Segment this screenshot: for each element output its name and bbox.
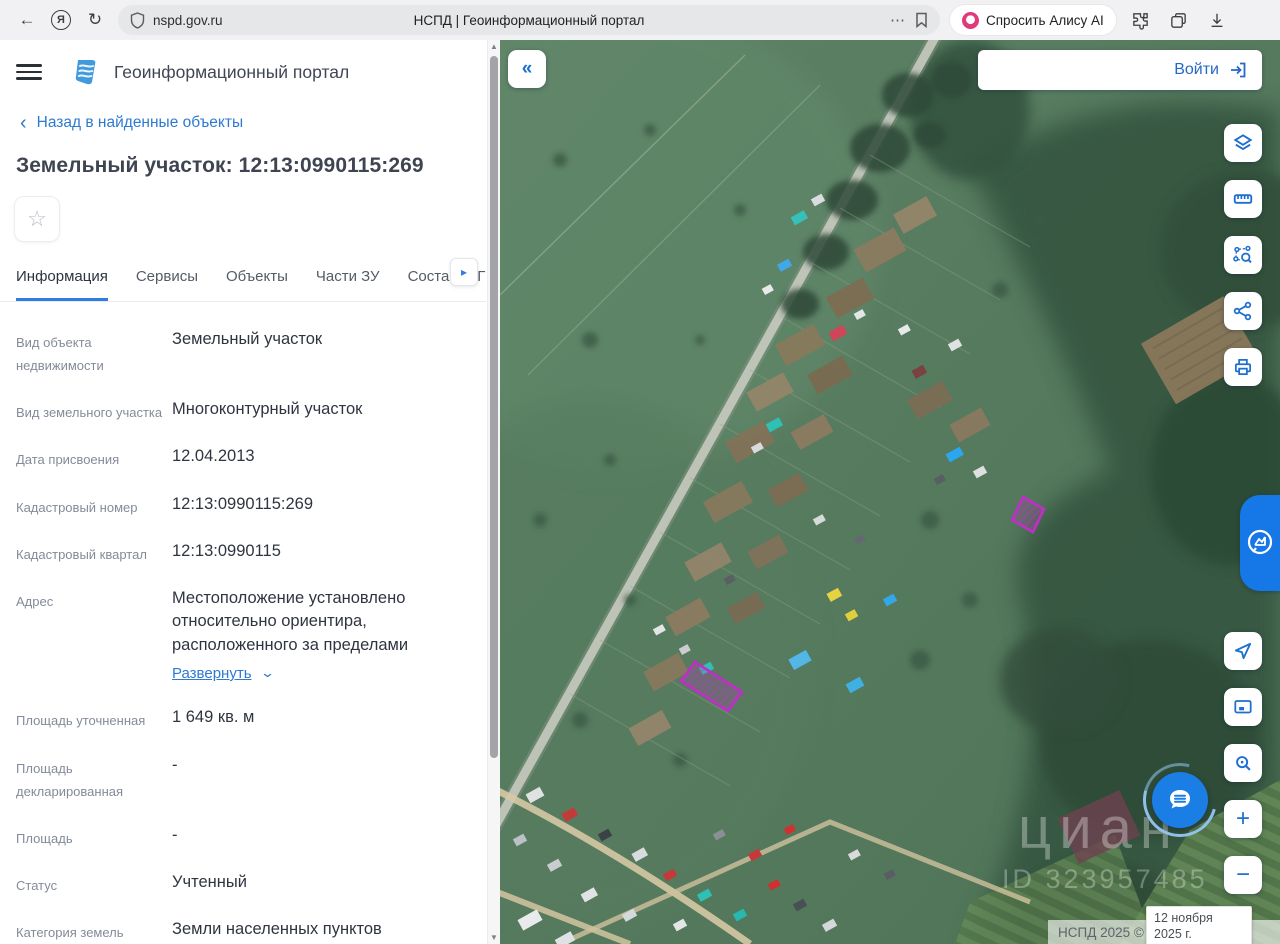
tab-objects[interactable]: Объекты: [226, 268, 288, 301]
magnifier-icon: [1236, 756, 1251, 771]
browser-reload-button[interactable]: ↻: [78, 5, 112, 35]
minimap-icon: [1234, 700, 1252, 714]
print-button[interactable]: [1224, 348, 1262, 386]
alice-icon: [962, 11, 979, 29]
extensions-puzzle-icon[interactable]: [1124, 5, 1158, 35]
scrollbar-thumb[interactable]: [490, 56, 498, 758]
scroll-down-arrow-icon[interactable]: ▼: [488, 933, 500, 942]
cian-watermark-id: ID 323957485: [1002, 864, 1208, 894]
bookmark-icon[interactable]: [915, 12, 928, 28]
printer-icon: [1234, 358, 1252, 376]
layers-button[interactable]: [1224, 124, 1262, 162]
date-tooltip-date: 12 ноября 2025 г.: [1154, 911, 1213, 942]
chevron-down-icon: ⌄: [259, 665, 275, 681]
parcel-title: Земельный участок: 12:13:0990115:269: [16, 154, 424, 177]
expand-address-link[interactable]: Развернуть ⌄: [172, 663, 275, 684]
field-row: Дата присвоения 12.04.2013: [16, 447, 255, 468]
chat-bubble-icon: [1170, 790, 1190, 809]
login-icon: [1231, 62, 1246, 78]
feedback-side-tab[interactable]: [1240, 495, 1280, 591]
map-canvas[interactable]: циан ID 323957485 « Войти + − НСПД 2025 …: [500, 40, 1280, 944]
field-row: Статус Учтенный: [16, 872, 247, 893]
map-bubble-icon: [1247, 529, 1273, 555]
field-row: Площадь уточненная 1 649 кв. м: [16, 708, 255, 729]
navigation-arrow-icon: [1234, 642, 1252, 660]
field-row: Кадастровый квартал 12:13:0990115: [16, 541, 281, 562]
ask-alice-button[interactable]: Спросить Алису AI: [950, 5, 1116, 35]
chevron-right-icon: ▸: [460, 265, 468, 279]
zoom-in-button[interactable]: +: [1224, 800, 1262, 838]
share-icon: [1233, 301, 1252, 321]
portal-title: Геоинформационный портал: [114, 61, 350, 82]
chat-fab-button[interactable]: [1152, 772, 1208, 828]
chevron-left-icon: ‹: [20, 112, 27, 134]
page-title-text: НСПД | Геоинформационный портал: [413, 12, 645, 28]
search-on-map-button[interactable]: [1224, 744, 1262, 782]
address-bar[interactable]: nspd.gov.ru НСПД | Геоинформационный пор…: [118, 5, 940, 35]
field-row: Кадастровый номер 12:13:0990115:269: [16, 494, 313, 515]
field-row: Площадь -: [16, 825, 178, 846]
tabs-panel-icon[interactable]: [1162, 5, 1196, 35]
collapse-panel-button[interactable]: «: [508, 50, 546, 88]
plus-icon: +: [1235, 805, 1250, 832]
tabs-scroll-next-button[interactable]: ▸: [450, 258, 478, 286]
tab-services[interactable]: Сервисы: [136, 268, 198, 301]
star-icon: ☆: [27, 206, 47, 231]
site-more-button[interactable]: ⋯: [890, 11, 905, 29]
menu-hamburger-icon[interactable]: [16, 62, 42, 82]
zoom-out-button[interactable]: −: [1224, 856, 1262, 894]
field-row: Вид объекта недвижимости Земельный участо…: [16, 330, 323, 374]
area-search-icon: [1233, 245, 1252, 264]
sidebar-scrollbar[interactable]: ▲ ▼: [487, 40, 500, 944]
tab-composition[interactable]: Соста: [408, 268, 450, 301]
layers-icon: [1233, 134, 1253, 151]
back-link-label: Назад в найденные объекты: [36, 114, 244, 131]
url-text: nspd.gov.ru: [153, 12, 223, 28]
downloads-icon[interactable]: [1200, 5, 1234, 35]
double-chevron-left-icon: «: [521, 58, 533, 79]
shield-icon: [130, 11, 145, 29]
area-search-button[interactable]: [1224, 236, 1262, 274]
attributes-list: Вид объекта недвижимости Земельный участо…: [0, 302, 486, 944]
alice-label: Спросить Алису AI: [986, 12, 1104, 28]
object-info-panel: Геоинформационный портал ‹ Назад в найде…: [0, 40, 500, 944]
ruler-icon: [1233, 194, 1253, 204]
minus-icon: −: [1235, 861, 1250, 888]
portal-logo-icon: [75, 60, 96, 85]
tab-bar: Информация Сервисы Объекты Части ЗУ Сост…: [0, 242, 486, 302]
login-button[interactable]: Войти: [978, 50, 1262, 90]
tab-information[interactable]: Информация: [16, 268, 108, 301]
locate-me-button[interactable]: [1224, 632, 1262, 670]
date-tooltip: 12 ноября 2025 г. среда: [1146, 906, 1252, 944]
browser-back-button[interactable]: ←: [10, 5, 44, 35]
yandex-logo-icon: Я: [51, 10, 71, 30]
share-button[interactable]: [1224, 292, 1262, 330]
page: ← Я ↻ nspd.gov.ru НСПД | Геоинформационн…: [0, 0, 1280, 944]
tab-parcel-parts[interactable]: Части ЗУ: [316, 268, 380, 301]
browser-actions: [1124, 5, 1234, 35]
minimap-button[interactable]: [1224, 688, 1262, 726]
yandex-browser-icon[interactable]: Я: [44, 5, 78, 35]
back-to-results-link[interactable]: ‹ Назад в найденные объекты: [0, 88, 486, 134]
favorite-button[interactable]: ☆: [14, 196, 60, 242]
browser-toolbar: ← Я ↻ nspd.gov.ru НСПД | Геоинформационн…: [0, 0, 1280, 40]
login-label: Войти: [1174, 61, 1219, 78]
field-row-address: Адрес Местоположение установлено относит…: [16, 587, 476, 686]
scroll-up-arrow-icon[interactable]: ▲: [488, 42, 500, 51]
portal-header: Геоинформационный портал: [0, 40, 486, 88]
address-value: Местоположение установлено относительно …: [172, 588, 409, 654]
measure-button[interactable]: [1224, 180, 1262, 218]
tab-partial[interactable]: Г: [477, 268, 485, 301]
field-row: Площадь декларированная -: [16, 755, 178, 799]
field-row: Категория земель Земли населенных пунктов: [16, 920, 382, 941]
field-row: Вид земельного участка Многоконтурный уча…: [16, 400, 363, 421]
